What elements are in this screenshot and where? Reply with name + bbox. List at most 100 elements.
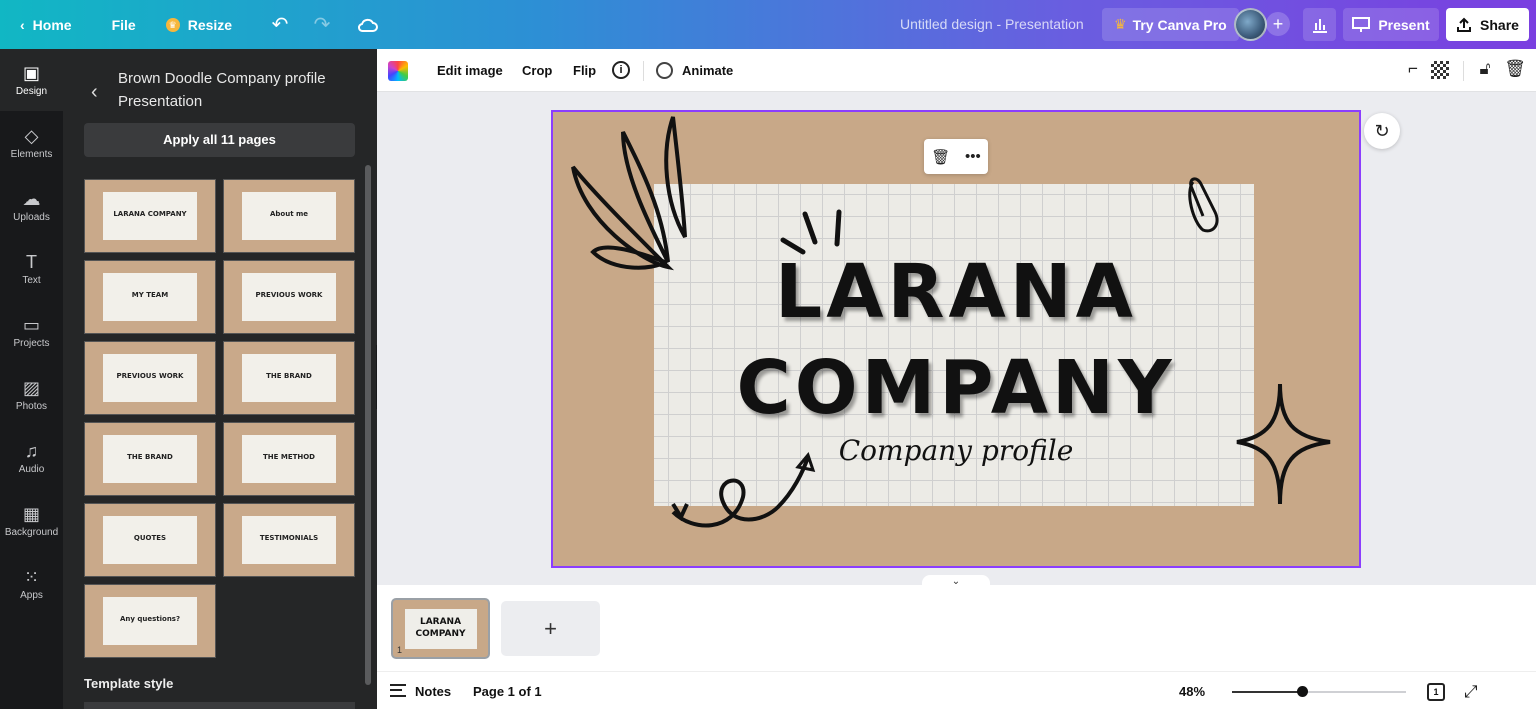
- rail-item-text[interactable]: T Text: [0, 238, 63, 300]
- template-title: Brown Doodle Company profile Presentatio…: [118, 70, 326, 110]
- trash-icon[interactable]: 🗑︎: [931, 148, 950, 166]
- template-thumbnail[interactable]: QUOTES: [84, 503, 216, 577]
- slide-title-line2[interactable]: COMPANY: [553, 348, 1359, 428]
- cloud-save-button[interactable]: [352, 9, 384, 41]
- context-toolbar: Edit image Crop Flip i Animate ⌐ 🔓︎ 🗑︎: [377, 49, 1536, 92]
- template-thumbnail[interactable]: PREVIOUS WORK: [84, 341, 216, 415]
- folder-icon: ▭: [22, 314, 40, 335]
- rail-label: Design: [15, 85, 48, 97]
- add-page-button[interactable]: +: [501, 601, 600, 656]
- template-thumbnail[interactable]: TESTIMONIALS: [223, 503, 355, 577]
- rail-item-photos[interactable]: ▨ Photos: [0, 364, 63, 426]
- redo-button[interactable]: ↷: [306, 9, 338, 41]
- undo-button[interactable]: ↶: [264, 9, 296, 41]
- trash-icon[interactable]: 🗑︎: [1504, 59, 1526, 81]
- rail-item-apps[interactable]: ⁙ Apps: [0, 553, 63, 615]
- slide[interactable]: LARANA COMPANY Company profile: [551, 110, 1361, 568]
- cloud-icon: [358, 18, 379, 32]
- present-button[interactable]: Present: [1343, 8, 1439, 41]
- share-button[interactable]: Share: [1446, 8, 1529, 41]
- presentation-icon: [1352, 16, 1371, 32]
- present-label: Present: [1378, 16, 1430, 33]
- template-thumbnail[interactable]: MY TEAM: [84, 260, 216, 334]
- info-icon[interactable]: i: [612, 61, 630, 79]
- rail-label: Projects: [13, 337, 50, 349]
- grid-icon: ⁙: [23, 566, 40, 587]
- element-toolbar: 🗑︎ •••: [924, 139, 988, 174]
- apply-all-pages-button[interactable]: Apply all 11 pages: [84, 123, 355, 157]
- redo-icon: ↷: [313, 14, 331, 36]
- pattern-icon: ▦: [22, 503, 40, 524]
- document-title[interactable]: Untitled design - Presentation: [900, 0, 1084, 49]
- rail-label: Background: [4, 526, 59, 538]
- template-thumbnail[interactable]: Any questions?: [84, 584, 216, 658]
- top-bar: ‹ Home File ♛ Resize ↶ ↷ Untitled design…: [0, 0, 1536, 49]
- home-label: Home: [32, 16, 72, 33]
- chevron-left-icon: ‹: [20, 16, 25, 33]
- avatar[interactable]: [1234, 8, 1267, 41]
- undo-icon: ↶: [271, 14, 289, 36]
- zoom-slider[interactable]: [1232, 686, 1406, 697]
- edit-image-button[interactable]: Edit image: [437, 49, 503, 92]
- resize-button[interactable]: ♛ Resize: [156, 0, 242, 49]
- image-icon: ▨: [22, 377, 40, 398]
- page-thumb-title: COMPANY: [415, 629, 466, 639]
- transparency-icon[interactable]: [1431, 61, 1449, 79]
- layout-icon: ▣: [22, 62, 40, 83]
- rail-item-projects[interactable]: ▭ Projects: [0, 301, 63, 363]
- template-thumbnail[interactable]: THE METHOD: [223, 422, 355, 496]
- color-picker-icon[interactable]: [388, 61, 408, 81]
- rail-item-background[interactable]: ▦ Background: [0, 490, 63, 552]
- notes-icon[interactable]: [390, 684, 406, 697]
- template-thumbnail[interactable]: THE BRAND: [223, 341, 355, 415]
- template-thumbnail[interactable]: THE BRAND: [84, 422, 216, 496]
- template-thumbnail[interactable]: PREVIOUS WORK: [223, 260, 355, 334]
- notes-button[interactable]: Notes: [415, 684, 451, 699]
- left-rail: ▣ Design ◇ Elements ☁ Uploads T Text ▭ Projec…: [0, 49, 63, 709]
- template-style-preview[interactable]: [84, 702, 355, 709]
- flip-button[interactable]: Flip: [573, 49, 596, 92]
- thumbnail-title: LARANA COMPANY: [113, 210, 187, 219]
- crop-button[interactable]: Crop: [522, 49, 552, 92]
- thumbnail-title: QUOTES: [133, 534, 167, 543]
- insights-button[interactable]: [1303, 8, 1336, 41]
- rail-item-uploads[interactable]: ☁ Uploads: [0, 175, 63, 237]
- zoom-slider-handle[interactable]: [1296, 686, 1308, 697]
- doodle-illustrations: [571, 116, 1331, 528]
- rail-item-audio[interactable]: ♫ Audio: [0, 427, 63, 489]
- design-panel: ‹ Brown Doodle Company profile Presentat…: [63, 49, 377, 709]
- fullscreen-icon[interactable]: ⤢: [1464, 682, 1478, 702]
- comment-add-icon: ↻: [1374, 121, 1390, 141]
- more-options-icon[interactable]: •••: [965, 148, 981, 165]
- lock-icon[interactable]: 🔓︎: [1474, 59, 1496, 81]
- slide-title-line1[interactable]: LARANA: [553, 252, 1359, 332]
- try-pro-label: Try Canva Pro: [1132, 16, 1227, 33]
- rail-item-design[interactable]: ▣ Design: [0, 49, 63, 111]
- template-thumbnail[interactable]: About me: [223, 179, 355, 253]
- try-canva-pro-button[interactable]: ♛ Try Canva Pro: [1102, 8, 1239, 41]
- upload-icon: [1457, 17, 1472, 32]
- rail-item-elements[interactable]: ◇ Elements: [0, 112, 63, 174]
- thumbnail-title: TESTIMONIALS: [259, 534, 319, 543]
- panel-scrollbar[interactable]: [365, 165, 371, 685]
- thumbnail-title: THE METHOD: [263, 453, 315, 462]
- share-label: Share: [1480, 16, 1519, 33]
- page-thumbnail[interactable]: LARANA COMPANY 1: [391, 598, 490, 659]
- slide-subtitle[interactable]: Company profile: [553, 434, 1359, 467]
- file-menu[interactable]: File: [102, 0, 146, 49]
- comment-button[interactable]: ↻: [1364, 113, 1400, 149]
- thumbnail-title: Any questions?: [119, 615, 181, 624]
- paint-roller-icon[interactable]: ⌐: [1402, 59, 1424, 81]
- back-button[interactable]: ‹: [91, 81, 98, 104]
- animate-button[interactable]: Animate: [682, 49, 733, 92]
- file-label: File: [111, 16, 136, 33]
- page-grid-icon[interactable]: 1: [1427, 683, 1445, 701]
- resize-label: Resize: [187, 16, 233, 33]
- bar-chart-icon: [1312, 18, 1327, 33]
- template-style-heading: Template style: [84, 676, 174, 691]
- add-collaborator-button[interactable]: +: [1266, 12, 1290, 36]
- music-icon: ♫: [24, 440, 39, 461]
- zoom-level[interactable]: 48%: [1179, 684, 1205, 699]
- home-button[interactable]: ‹ Home: [10, 0, 82, 49]
- template-thumbnail[interactable]: LARANA COMPANY: [84, 179, 216, 253]
